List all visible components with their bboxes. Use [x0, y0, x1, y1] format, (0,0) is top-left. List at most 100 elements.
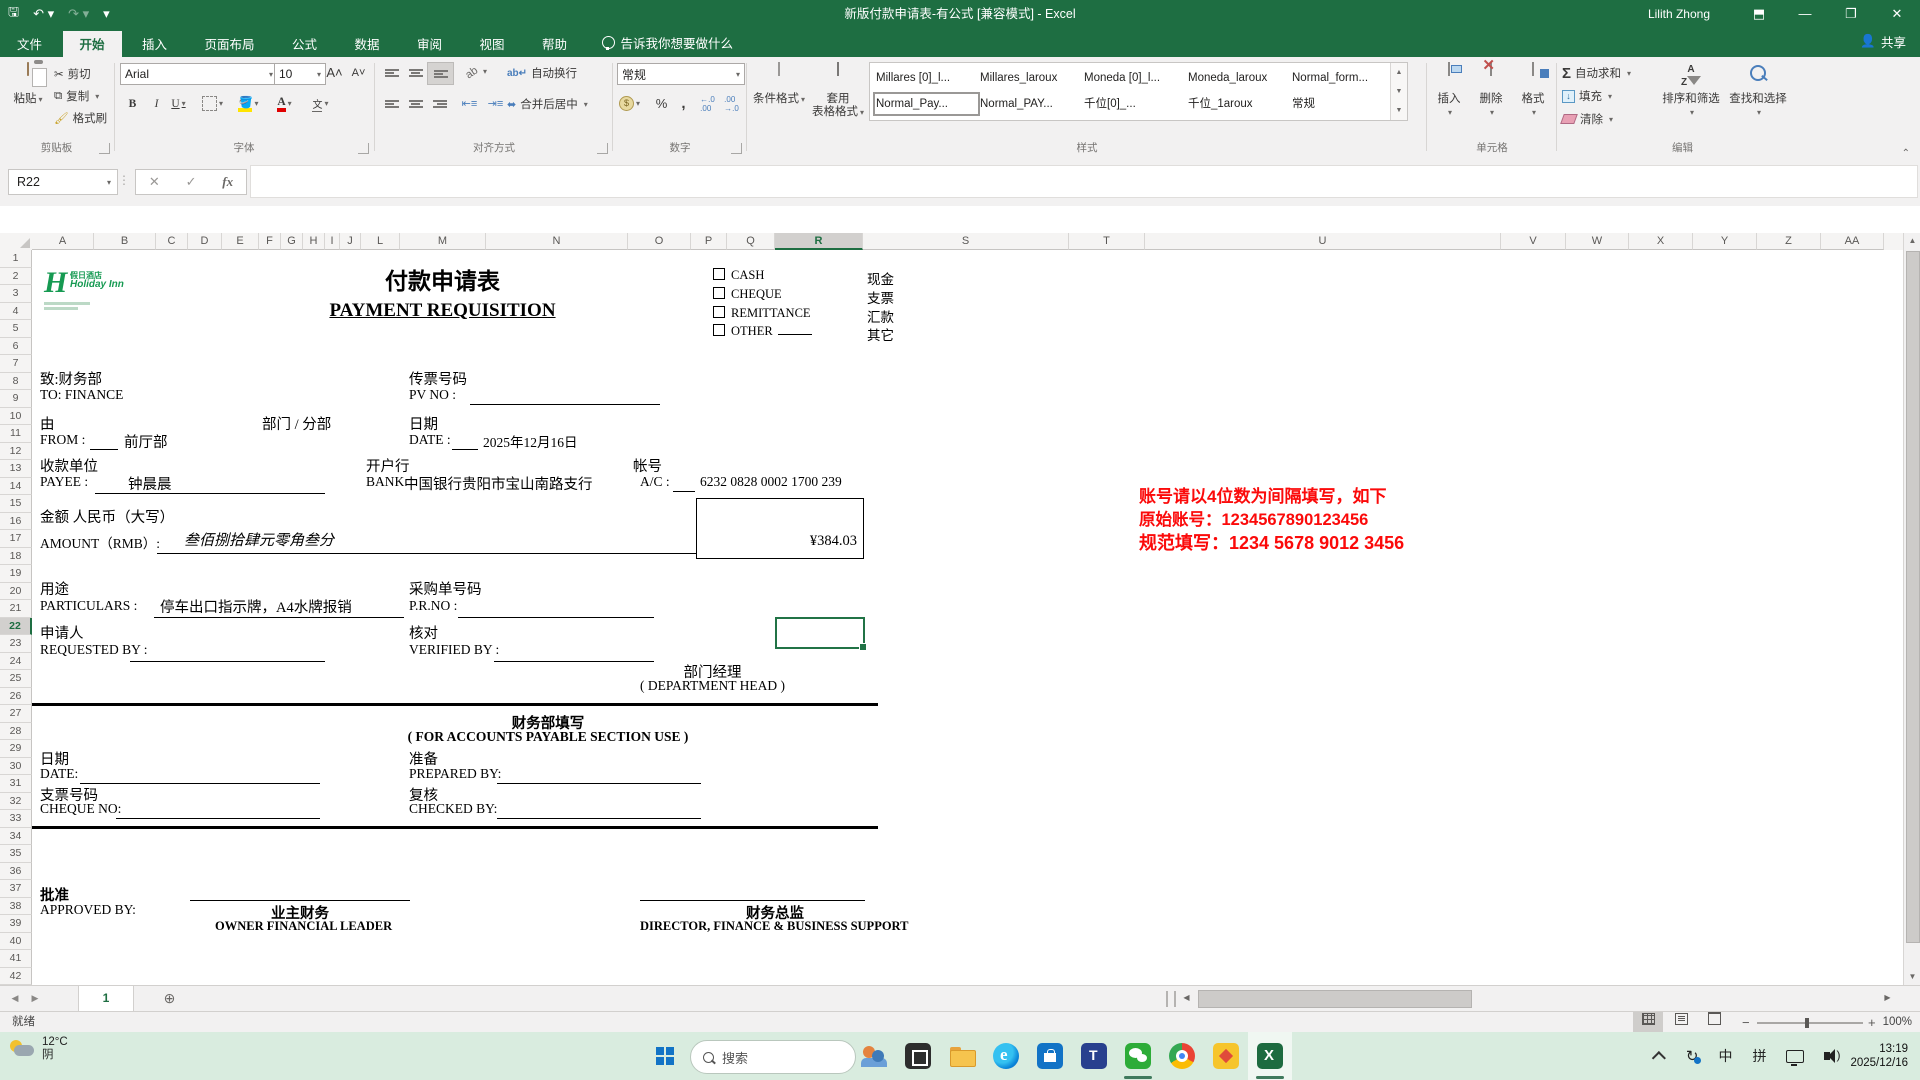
other-blank-line[interactable] [778, 324, 812, 335]
new-sheet-button[interactable]: ⊕ [160, 989, 179, 1008]
column-header-I[interactable]: I [325, 233, 340, 250]
column-header-H[interactable]: H [303, 233, 325, 250]
align-center-icon[interactable] [403, 93, 428, 114]
find-select-button[interactable]: 查找和选择▾ [1726, 61, 1790, 119]
zoom-out-button[interactable]: − [1742, 1012, 1750, 1033]
start-button[interactable] [643, 1032, 687, 1080]
sheet-nav-left-icon[interactable]: ◀ [6, 986, 24, 1011]
column-header-A[interactable]: A [32, 233, 94, 250]
dark-app-icon[interactable] [896, 1032, 940, 1080]
normal-view-button[interactable] [1633, 1012, 1663, 1033]
scroll-down-icon[interactable]: ▼ [1904, 969, 1920, 985]
column-header-J[interactable]: J [340, 233, 361, 250]
cell-style-item[interactable]: Normal_form... [1289, 66, 1396, 90]
minimize-button[interactable]: — [1782, 0, 1828, 28]
tab-scroll-splitter[interactable] [1166, 991, 1176, 1007]
zoom-in-button[interactable]: + [1868, 1012, 1876, 1033]
fill-button[interactable]: ↓填充▾ [1562, 85, 1612, 107]
people-app-icon[interactable] [852, 1032, 896, 1080]
bottom-align-icon[interactable] [427, 62, 454, 85]
owner-sign-line[interactable] [190, 899, 410, 901]
formula-input[interactable] [250, 165, 1918, 198]
row-header-2[interactable]: 2 [0, 268, 32, 286]
accounting-format-icon[interactable]: $▾ [617, 93, 642, 114]
row-header-21[interactable]: 21 [0, 600, 32, 618]
cut-button[interactable]: ✂剪切 [54, 63, 91, 85]
network-monitor-icon[interactable] [1786, 1050, 1804, 1063]
row-header-34[interactable]: 34 [0, 828, 32, 846]
row-header-13[interactable]: 13 [0, 460, 32, 478]
payee-value[interactable]: 钟晨晨 [128, 473, 172, 494]
row-header-11[interactable]: 11 [0, 425, 32, 443]
tab-insert[interactable]: 插入 [125, 31, 184, 60]
column-header-T[interactable]: T [1069, 233, 1145, 250]
close-button[interactable]: ✕ [1874, 0, 1920, 28]
top-align-icon[interactable] [379, 62, 404, 83]
row-header-33[interactable]: 33 [0, 810, 32, 828]
checkbox-icon[interactable] [713, 324, 725, 336]
column-header-Q[interactable]: Q [727, 233, 775, 250]
hidden-icons-chevron-icon[interactable] [1652, 1051, 1666, 1065]
align-right-icon[interactable] [427, 93, 452, 114]
increase-decimal-icon[interactable]: ←.0.00 [695, 93, 720, 114]
speaker-icon[interactable] [1824, 1052, 1830, 1060]
row-header-4[interactable]: 4 [0, 303, 32, 321]
font-dialog-launcher[interactable] [358, 143, 369, 154]
insert-function-icon[interactable]: fx [222, 174, 233, 190]
checkbox-icon[interactable] [713, 268, 725, 280]
alignment-dialog-launcher[interactable] [597, 143, 608, 154]
font-color-button[interactable]: A▾ [272, 93, 297, 114]
delete-cells-button[interactable]: 删除▾ [1471, 61, 1511, 119]
checkbox-icon[interactable] [713, 287, 725, 299]
scroll-right-icon[interactable]: ▶ [1879, 990, 1896, 1006]
weather-widget[interactable]: 12°C阴 [10, 1036, 68, 1062]
sync-icon[interactable]: ↻ [1686, 1047, 1699, 1065]
row-header-12[interactable]: 12 [0, 443, 32, 461]
borders-button[interactable]: ▾ [200, 93, 225, 114]
cheque-blank-line[interactable] [116, 817, 320, 819]
clipboard-dialog-launcher[interactable] [99, 143, 110, 154]
column-header-V[interactable]: V [1501, 233, 1566, 250]
zoom-level[interactable]: 100% [1883, 1012, 1912, 1033]
row-header-3[interactable]: 3 [0, 285, 32, 303]
clock[interactable]: 13:192025/12/16 [1850, 1042, 1908, 1070]
cell-style-item[interactable]: Moneda [0]_l... [1081, 66, 1188, 90]
sort-filter-button[interactable]: AZ 排序和筛选▾ [1660, 61, 1722, 119]
row-header-24[interactable]: 24 [0, 653, 32, 671]
middle-align-icon[interactable] [403, 62, 428, 83]
row-header-27[interactable]: 27 [0, 705, 32, 723]
number-dialog-launcher[interactable] [731, 143, 742, 154]
row-header-39[interactable]: 39 [0, 915, 32, 933]
decrease-indent-icon[interactable]: ⇤≡ [457, 93, 482, 114]
row-header-41[interactable]: 41 [0, 950, 32, 968]
requested-blank-line[interactable] [130, 660, 325, 662]
column-header-W[interactable]: W [1566, 233, 1629, 250]
column-header-P[interactable]: P [691, 233, 727, 250]
ac-value[interactable]: 6232 0828 0002 1700 239 [700, 474, 842, 490]
date2-blank-line[interactable] [80, 782, 320, 784]
zoom-slider[interactable] [1757, 1022, 1863, 1024]
column-header-G[interactable]: G [281, 233, 303, 250]
sheet-nav-right-icon[interactable]: ▶ [26, 986, 44, 1011]
cell-style-item[interactable]: Normal_Pay... [873, 92, 980, 116]
autosum-button[interactable]: Σ自动求和▾ [1562, 62, 1631, 84]
confirm-entry-icon[interactable]: ✓ [186, 174, 197, 190]
underline-button[interactable]: U▾ [166, 93, 191, 114]
ribbon-display-options-icon[interactable]: ⬒ [1736, 0, 1782, 28]
row-header-29[interactable]: 29 [0, 740, 32, 758]
column-header-Y[interactable]: Y [1693, 233, 1757, 250]
vertical-scrollbar[interactable]: ▲ ▼ [1903, 233, 1920, 985]
cell-style-item[interactable]: 千位[0]_... [1081, 92, 1188, 116]
row-header-26[interactable]: 26 [0, 688, 32, 706]
column-header-R[interactable]: R [775, 233, 863, 250]
page-break-view-button[interactable] [1699, 1012, 1729, 1033]
row-header-5[interactable]: 5 [0, 320, 32, 338]
format-as-table-button[interactable]: 套用表格格式▾ [809, 61, 867, 119]
row-header-35[interactable]: 35 [0, 845, 32, 863]
blue-app-icon[interactable] [1072, 1032, 1116, 1080]
decrease-decimal-icon[interactable]: .00→.0 [719, 93, 744, 114]
increase-indent-icon[interactable]: ⇥≡ [483, 93, 508, 114]
tab-file[interactable]: 文件 [0, 31, 59, 60]
tab-review[interactable]: 审阅 [400, 31, 459, 60]
row-header-30[interactable]: 30 [0, 758, 32, 776]
